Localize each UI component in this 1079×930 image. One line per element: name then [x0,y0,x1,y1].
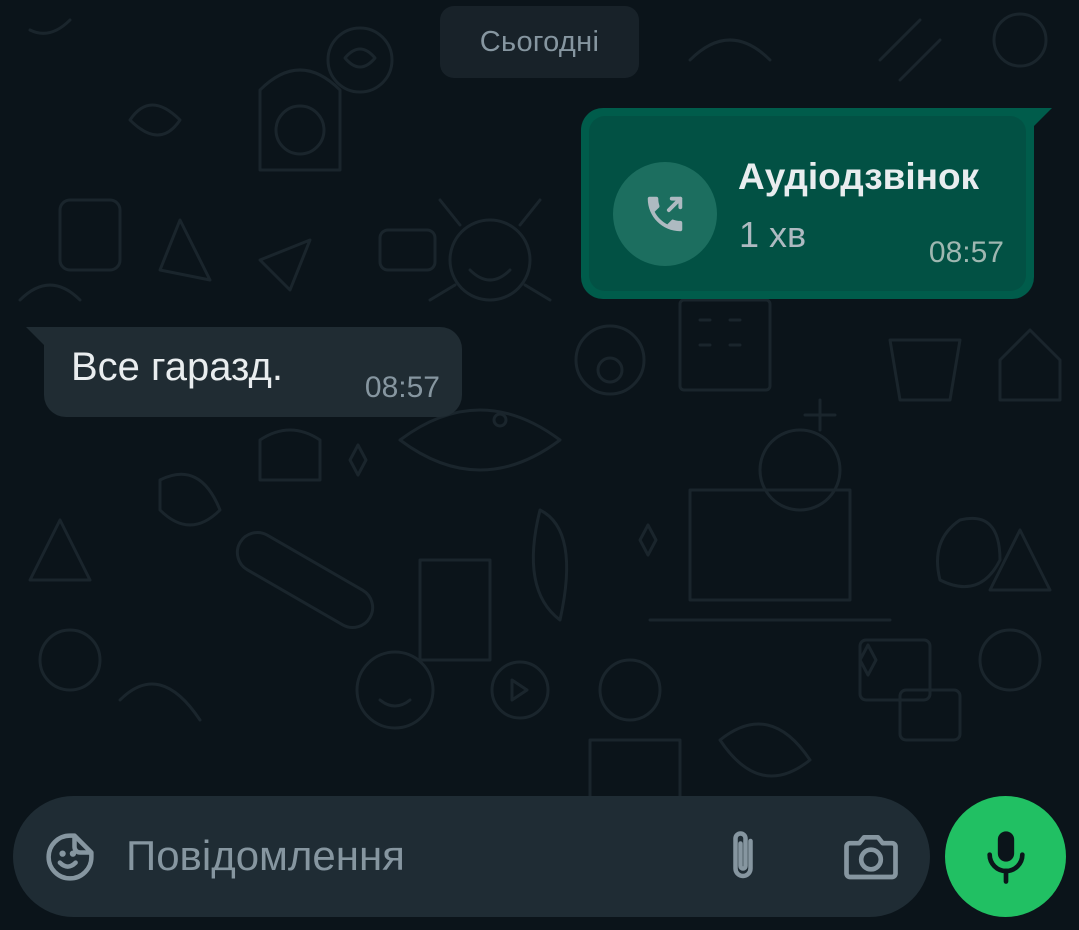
message-text: Все гаразд. [71,345,283,389]
incoming-message-bubble[interactable]: Все гаразд. 08:57 [26,327,462,417]
bubble-tail [1032,108,1052,128]
sticker-smile-icon[interactable] [43,830,97,884]
outgoing-call-icon [613,162,717,266]
outgoing-call-bubble[interactable]: Аудіодзвінок 1 хв 08:57 [581,108,1052,299]
message-timestamp: 08:57 [364,371,440,404]
camera-icon[interactable] [841,826,901,886]
message-timestamp: 08:57 [928,236,1004,269]
bubble-tail [26,327,46,347]
call-card[interactable]: Аудіодзвінок 1 хв 08:57 [589,116,1026,291]
message-input[interactable] [126,826,686,886]
microphone-icon[interactable] [945,796,1066,917]
call-title: Аудіодзвінок [738,156,980,197]
message-composer [13,796,930,917]
call-duration: 1 хв [739,214,807,255]
date-separator: Сьогодні [440,6,639,78]
paperclip-icon[interactable] [718,824,768,888]
